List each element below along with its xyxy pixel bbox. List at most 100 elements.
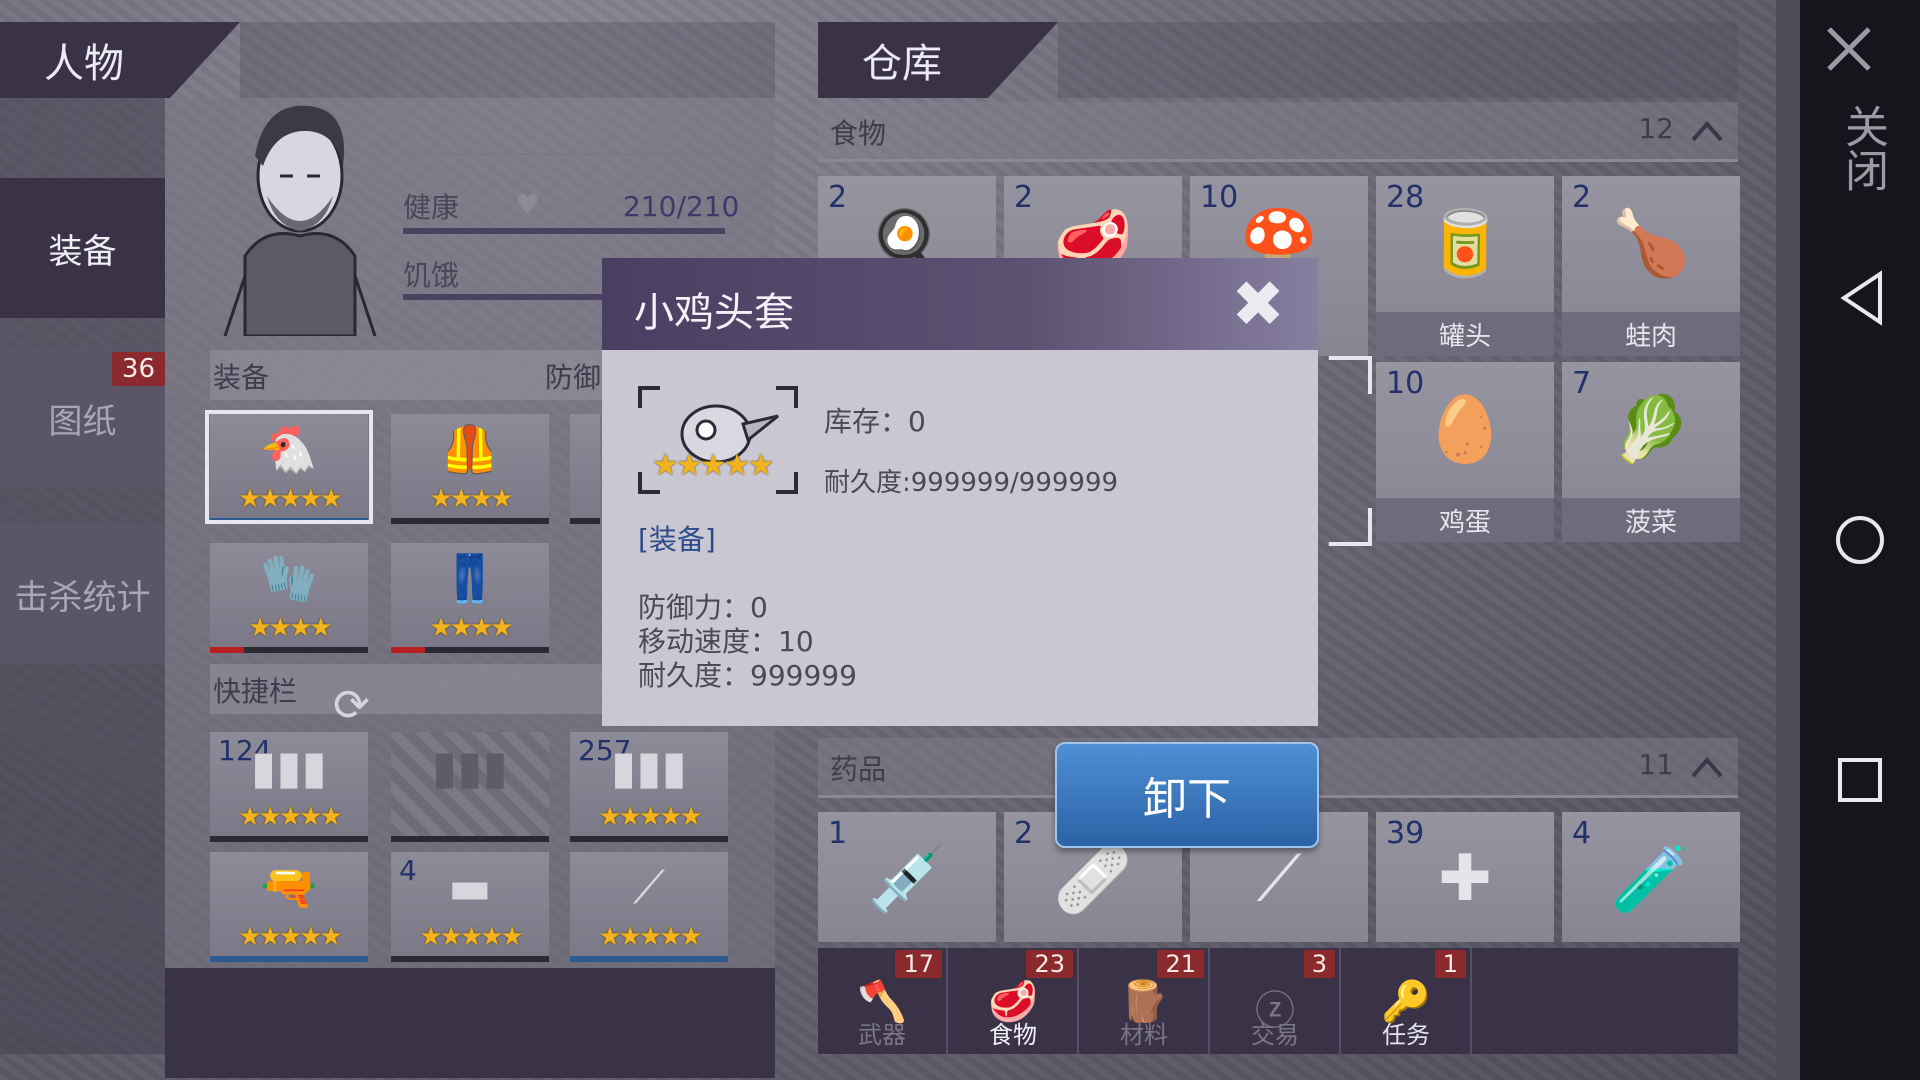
dialog-body: ★★★★★ 库存：0 耐久度:999999/999999 [装备] 防御力：0 … [602, 350, 1318, 726]
tab-quests[interactable]: 🔑 任务 1 [1342, 948, 1472, 1054]
equip-slot-partial[interactable] [570, 414, 600, 524]
character-side-tabs: 装备 图纸 36 击杀统计 [0, 98, 165, 1054]
character-portrait [223, 105, 377, 336]
slot-stars: ★★★★★ [598, 922, 703, 952]
medicine-category-label: 药品 [830, 753, 887, 786]
item-detail-dialog: 小鸡头套 ✖ ★★★★★ 库存：0 耐久度:999999/999999 [装备]… [602, 258, 1318, 726]
slot-stars: ★★★★★ [238, 802, 343, 832]
pill-bottle-icon: 🧪 [1611, 843, 1691, 917]
tab-badge: 21 [1157, 950, 1204, 978]
medicine-item-first-aid[interactable]: 39 ✚ [1376, 812, 1554, 942]
quick-slot-ammo-2[interactable]: 257 ▮▮▮ ★★★★★ [570, 732, 728, 842]
dialog-header: 小鸡头套 ✖ [602, 258, 1318, 350]
chevron-up-icon[interactable] [1690, 752, 1724, 786]
tab-badge: 3 [1303, 950, 1335, 978]
first-aid-kit-icon: ✚ [1438, 842, 1492, 916]
food-category-label: 食物 [830, 117, 887, 150]
tab-blueprints-label: 图纸 [48, 401, 117, 442]
android-nav-bar: 关闭 [1800, 0, 1920, 1080]
food-item-frog-meat[interactable]: 2 🍗 蛙肉 [1562, 176, 1740, 356]
equip-slot-gloves[interactable]: 🧤 ★★★★ [210, 543, 368, 653]
spinach-icon: 🥬 [1611, 393, 1691, 467]
recents-square-icon[interactable] [1836, 756, 1884, 804]
home-circle-icon[interactable] [1834, 514, 1886, 566]
brick-icon: ▬ [448, 860, 492, 914]
food-category-count: 12 [1638, 112, 1674, 145]
equip-section-label: 装备 [213, 361, 270, 394]
syringe-icon: 💉 [867, 843, 947, 917]
close-label[interactable]: 关闭 [1830, 104, 1894, 192]
hunger-label: 饥饿 [403, 259, 460, 292]
tab-badge: 23 [1026, 950, 1073, 978]
item-type-link[interactable]: [装备] [638, 518, 716, 558]
tab-food[interactable]: 🥩 食物 23 [949, 948, 1079, 1054]
health-value: 210/210 [623, 190, 740, 223]
character-panel-title: 人物 [0, 22, 240, 98]
health-label: 健康 [403, 191, 460, 224]
equip-slot-armor[interactable]: 🦺 ★★★★ [391, 414, 549, 524]
frog-leg-icon: 🍗 [1611, 207, 1691, 281]
food-category-header[interactable]: 食物 12 [818, 102, 1738, 162]
item-durability-ratio: 耐久度:999999/999999 [824, 468, 1119, 498]
dialog-title: 小鸡头套 [634, 290, 794, 336]
warehouse-bottom-tabs: 🪓 武器 17 🥩 食物 23 🪵 材料 21 ⓩ 交易 3 🔑 任务 1 [818, 948, 1738, 1054]
item-name: 鸡蛋 [1376, 498, 1554, 542]
armor-icon: 🦺 [441, 422, 499, 476]
splint-icon: ⟋ [1256, 842, 1302, 916]
quick-slot-shotgun[interactable]: ⟋ ★★★★★ [570, 852, 728, 962]
tab-kill-stats-label: 击杀统计 [14, 577, 151, 618]
food-item-egg[interactable]: 10 🥚 鸡蛋 [1376, 362, 1554, 542]
close-icon[interactable]: ✖ [1216, 268, 1300, 342]
tab-equipment[interactable]: 装备 [0, 178, 165, 318]
shotgun-icon: ⟋ [632, 860, 666, 914]
refresh-icon[interactable]: ⟳ [333, 680, 370, 731]
egg-icon: 🥚 [1425, 393, 1505, 467]
slot-stars: ★★★★★ [419, 922, 524, 952]
side-gutter [1776, 0, 1800, 1080]
quick-slot-revolver[interactable]: 🔫 ★★★★★ [210, 852, 368, 962]
selected-slot-frame [205, 410, 373, 524]
tab-blueprints[interactable]: 图纸 36 [0, 348, 165, 488]
slot-stars: ★★★★ [248, 613, 332, 643]
medicine-item-pills[interactable]: 4 🧪 [1562, 812, 1740, 942]
bandage-icon: 🩹 [1053, 843, 1133, 917]
stat-divider [403, 153, 725, 155]
item-name: 蛙肉 [1562, 312, 1740, 356]
quick-slot-brick[interactable]: 4 ▬ ★★★★★ [391, 852, 549, 962]
ammo-icon: ▮▮▮ [251, 740, 327, 794]
chevron-up-icon[interactable] [1690, 116, 1724, 150]
tab-badge: 17 [895, 950, 942, 978]
item-durability: 耐久度：999999 [638, 659, 857, 692]
gloves-icon: 🧤 [260, 551, 318, 605]
slot-stars: ★★★★★ [598, 802, 703, 832]
slot-stars: ★★★★ [429, 484, 513, 514]
blueprints-badge: 36 [111, 352, 165, 386]
equip-slot-pants[interactable]: 👖 ★★★★ [391, 543, 549, 653]
ammo-icon: ▮▮▮ [611, 740, 687, 794]
tab-weapons[interactable]: 🪓 武器 17 [818, 948, 948, 1054]
tab-materials[interactable]: 🪵 材料 21 [1080, 948, 1210, 1054]
food-item-spinach[interactable]: 7 🥬 菠菜 [1562, 362, 1740, 542]
medicine-category-count: 11 [1638, 748, 1674, 781]
medicine-item-syringe[interactable]: 1 💉 [818, 812, 996, 942]
warehouse-title: 仓库 [818, 22, 1058, 98]
unequip-button[interactable]: 卸下 [1055, 742, 1319, 848]
item-stock: 库存：0 [824, 405, 926, 438]
tab-trade[interactable]: ⓩ 交易 3 [1211, 948, 1341, 1054]
ammo-placeholder-icon: ▮▮▮ [432, 740, 508, 794]
food-item-canned[interactable]: 28 🥫 罐头 [1376, 176, 1554, 356]
tab-kill-stats[interactable]: 击杀统计 [0, 524, 165, 664]
tab-label: 任务 [1382, 1021, 1430, 1049]
back-triangle-icon[interactable] [1838, 270, 1886, 326]
quick-slot-ammo-1[interactable]: 124 ▮▮▮ ★★★★★ [210, 732, 368, 842]
tab-label: 交易 [1251, 1021, 1299, 1049]
slot-stars: ★★★★★ [238, 922, 343, 952]
tab-label: 武器 [858, 1021, 906, 1049]
close-x-icon[interactable] [1824, 24, 1874, 74]
quick-slot-empty[interactable]: ▮▮▮ [391, 732, 549, 842]
can-icon: 🥫 [1425, 207, 1505, 281]
item-name: 罐头 [1376, 312, 1554, 356]
item-stars: ★★★★★ [652, 448, 774, 483]
quickbar-label: 快捷栏 [213, 675, 298, 708]
revolver-icon: 🔫 [260, 860, 318, 914]
